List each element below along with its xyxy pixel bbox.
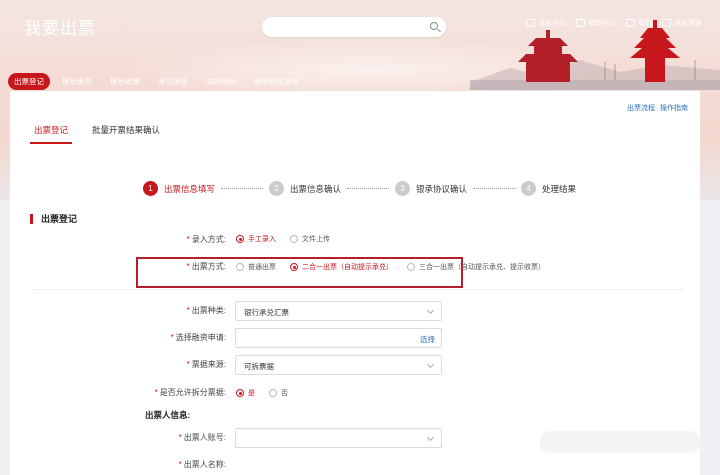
allow-split-label: * 是否允许拆分票据: [154,388,226,397]
nav-issue-register[interactable]: 出票登记 [8,73,50,90]
bill-source-select[interactable]: 可拆票据 [235,355,442,375]
chevron-down-icon [426,306,435,315]
step-2: 2 出票信息确认 [269,181,341,196]
drawer-account-label: * 出票人账号: [178,433,226,442]
chevron-down-icon [426,360,435,369]
allow-split-no-radio[interactable]: 否 [269,388,288,398]
allow-split-yes-radio[interactable]: 是 [236,388,255,398]
financing-pick-button[interactable]: 选择 [420,334,435,345]
nav-guarantee[interactable]: 承兑保证 [152,73,194,90]
help-links: 出票流程 操作指南 [627,103,688,113]
section-title: 出票登记 [30,214,77,224]
step-3: 3 银承协议确认 [395,181,467,196]
entry-mode-file-radio[interactable]: 文件上传 [290,234,330,244]
page-logo: 我要出票 [24,19,96,39]
help-link-guide[interactable]: 操作指南 [660,103,688,113]
pagoda-illustration [470,20,720,90]
nav-return-unused[interactable]: 未用退回 [200,73,242,90]
tab-bar: 出票登记 批量开票结果确认 [30,121,164,144]
main-nav: 出票登记 提示承兑 提示收票 承兑保证 未用退回 撤承协议查询 [8,73,305,90]
tab-issue-register[interactable]: 出票登记 [30,121,73,144]
allow-split-group: 是 否 [236,388,302,398]
search-icon[interactable] [430,22,438,30]
step-1: 1 出票信息填写 [143,181,215,196]
entry-mode-manual-radio[interactable]: 手工录入 [236,234,276,244]
step-4: 4 处理结果 [521,181,576,196]
nav-prompt-accept[interactable]: 提示承兑 [56,73,98,90]
highlight-box [136,257,463,288]
tab-batch-confirm[interactable]: 批量开票结果确认 [88,121,164,144]
nav-prompt-receive[interactable]: 提示收票 [104,73,146,90]
bill-source-label: * 票据来源: [186,360,226,369]
step-connector [221,188,264,189]
financing-field[interactable]: 选择 [235,328,442,348]
watermark-area [540,431,700,453]
help-link-flow[interactable]: 出票流程 [627,103,655,113]
drawer-info-heading: 出票人信息: [145,410,191,420]
entry-mode-label: * 录入方式: [186,235,226,244]
entry-mode-group: 手工录入 文件上传 [236,234,344,244]
progress-steps: 1 出票信息填写 2 出票信息确认 3 银承协议确认 4 处理结果 [143,181,576,196]
financing-label: * 选择融资申请: [170,333,226,342]
step-connector [473,188,516,189]
drawer-name-label: * 出票人名称: [178,460,226,469]
nav-agreement-query[interactable]: 撤承协议查询 [248,73,305,90]
bill-type-select[interactable]: 银行承兑汇票 [235,301,442,321]
bill-type-label: * 出票种类: [186,306,226,315]
search-input[interactable] [262,17,446,37]
drawer-account-select[interactable] [235,428,442,448]
chevron-down-icon [426,433,435,442]
step-connector [347,188,390,189]
form-divider [34,289,684,290]
